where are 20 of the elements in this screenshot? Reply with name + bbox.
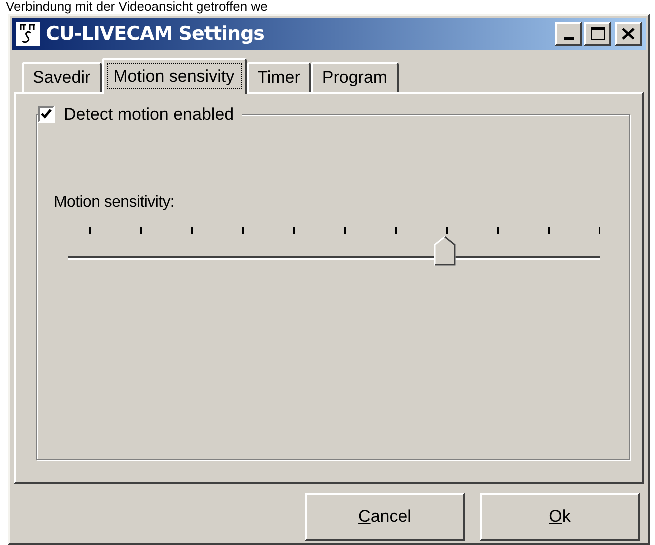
tab[interactable]: Timer (246, 62, 312, 92)
cancel-button[interactable]: Cancel (305, 492, 465, 541)
close-icon (622, 28, 635, 40)
window-title: CU-LIVECAM Settings (46, 22, 264, 47)
checkbox-label: Detect motion enabled (64, 104, 234, 126)
slider-thumb[interactable] (434, 236, 456, 266)
ok-button[interactable]: Ok (480, 492, 640, 541)
tab[interactable]: Savedir (22, 62, 102, 92)
tab[interactable]: Program (311, 62, 399, 92)
checkbox[interactable] (38, 106, 55, 123)
close-button[interactable] (615, 22, 642, 46)
background-text: Verbindung mit der Videoansicht getroffen we (5, 0, 268, 14)
maximize-button[interactable] (584, 22, 611, 46)
app-icon (16, 22, 40, 46)
checkmark-icon (41, 109, 52, 120)
minimize-icon (564, 36, 574, 40)
minimize-button[interactable] (555, 22, 582, 46)
slider-label: Motion sensitivity: (54, 192, 175, 213)
tab[interactable]: Motion sensivity (102, 58, 247, 94)
maximize-icon (590, 27, 604, 40)
